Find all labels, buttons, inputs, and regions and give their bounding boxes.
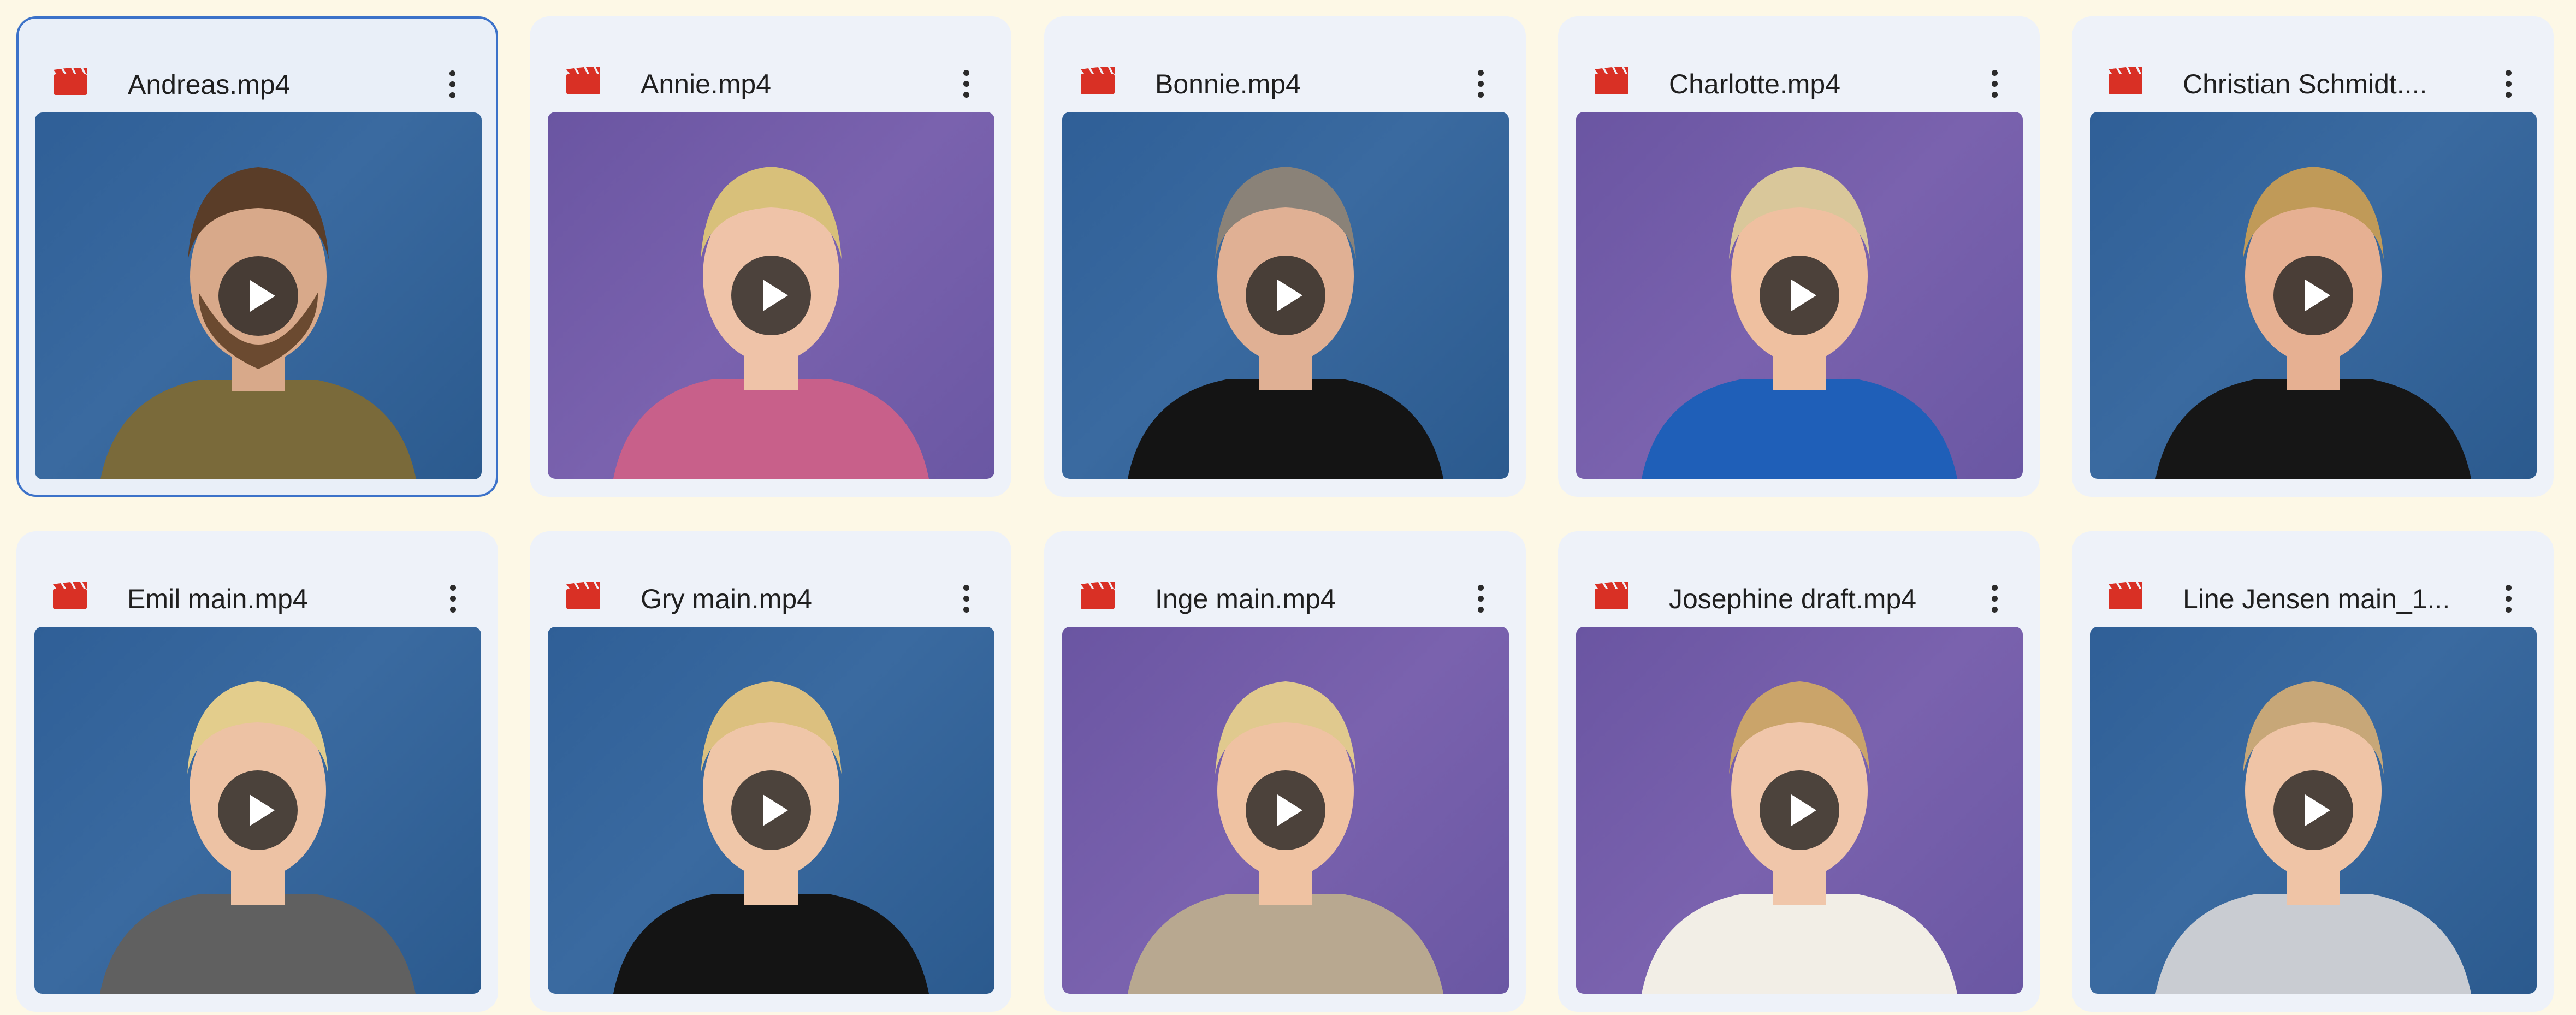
- video-thumbnail[interactable]: [1576, 112, 2023, 479]
- file-grid: Andreas.mp4 Annie.mp4 Bonnie.mp4 Charlot…: [0, 0, 2576, 1015]
- card-header: Andreas.mp4: [19, 19, 496, 117]
- file-name: Gry main.mp4: [641, 584, 812, 614]
- play-icon[interactable]: [731, 770, 811, 850]
- video-thumbnail[interactable]: [1062, 627, 1509, 994]
- file-name: Line Jensen main_1...: [2183, 584, 2450, 614]
- video-thumbnail[interactable]: [34, 627, 481, 994]
- more-vert-icon[interactable]: [436, 579, 469, 618]
- play-icon[interactable]: [218, 256, 298, 336]
- more-vert-icon[interactable]: [950, 579, 982, 618]
- more-vert-icon[interactable]: [2492, 64, 2525, 103]
- play-icon[interactable]: [1246, 770, 1325, 850]
- play-icon[interactable]: [2273, 770, 2353, 850]
- file-card[interactable]: Emil main.mp4: [16, 531, 498, 1012]
- video-thumbnail[interactable]: [2090, 112, 2537, 479]
- more-vert-icon[interactable]: [1978, 64, 2011, 103]
- file-name: Josephine draft.mp4: [1669, 584, 1917, 614]
- more-vert-icon[interactable]: [1464, 579, 1497, 618]
- file-card[interactable]: Inge main.mp4: [1044, 531, 1526, 1012]
- file-card[interactable]: Gry main.mp4: [530, 531, 1011, 1012]
- card-header: Josephine draft.mp4: [1560, 533, 2038, 631]
- more-vert-icon[interactable]: [1978, 579, 2011, 618]
- file-name: Inge main.mp4: [1155, 584, 1336, 614]
- play-icon[interactable]: [731, 256, 811, 335]
- card-header: Gry main.mp4: [531, 533, 1010, 631]
- video-clapperboard-icon: [566, 582, 600, 609]
- video-clapperboard-icon: [54, 68, 87, 95]
- more-vert-icon[interactable]: [950, 64, 982, 103]
- card-header: Emil main.mp4: [18, 533, 496, 631]
- play-icon[interactable]: [2273, 256, 2353, 335]
- file-name: Bonnie.mp4: [1155, 69, 1301, 99]
- play-icon[interactable]: [218, 770, 298, 850]
- card-header: Annie.mp4: [531, 18, 1010, 116]
- file-name: Andreas.mp4: [128, 69, 291, 100]
- file-name: Charlotte.mp4: [1669, 69, 1841, 99]
- video-thumbnail[interactable]: [1576, 627, 2023, 994]
- video-clapperboard-icon: [566, 67, 600, 94]
- file-card[interactable]: Annie.mp4: [530, 16, 1011, 497]
- video-clapperboard-icon: [1595, 582, 1628, 609]
- video-thumbnail[interactable]: [35, 112, 482, 479]
- video-thumbnail[interactable]: [2090, 627, 2537, 994]
- more-vert-icon[interactable]: [436, 65, 469, 103]
- play-icon[interactable]: [1246, 256, 1325, 335]
- file-card[interactable]: Christian Schmidt....: [2072, 16, 2554, 497]
- file-name: Annie.mp4: [641, 69, 772, 99]
- file-card[interactable]: Josephine draft.mp4: [1558, 531, 2040, 1012]
- video-thumbnail[interactable]: [1062, 112, 1509, 479]
- video-clapperboard-icon: [1595, 67, 1628, 94]
- video-clapperboard-icon: [1081, 67, 1115, 94]
- file-name: Christian Schmidt....: [2183, 69, 2427, 99]
- more-vert-icon[interactable]: [1464, 64, 1497, 103]
- play-icon[interactable]: [1760, 256, 1839, 335]
- file-card[interactable]: Charlotte.mp4: [1558, 16, 2040, 497]
- card-header: Bonnie.mp4: [1046, 18, 1524, 116]
- video-clapperboard-icon: [2109, 67, 2142, 94]
- card-header: Inge main.mp4: [1046, 533, 1524, 631]
- file-card[interactable]: Bonnie.mp4: [1044, 16, 1526, 497]
- card-header: Charlotte.mp4: [1560, 18, 2038, 116]
- card-header: Christian Schmidt....: [2074, 18, 2552, 116]
- video-clapperboard-icon: [53, 582, 87, 609]
- file-card[interactable]: Andreas.mp4: [16, 16, 498, 497]
- video-thumbnail[interactable]: [548, 112, 994, 479]
- video-thumbnail[interactable]: [548, 627, 994, 994]
- video-clapperboard-icon: [1081, 582, 1115, 609]
- card-header: Line Jensen main_1...: [2074, 533, 2552, 631]
- video-clapperboard-icon: [2109, 582, 2142, 609]
- file-name: Emil main.mp4: [127, 584, 308, 614]
- file-card[interactable]: Line Jensen main_1...: [2072, 531, 2554, 1012]
- play-icon[interactable]: [1760, 770, 1839, 850]
- more-vert-icon[interactable]: [2492, 579, 2525, 618]
